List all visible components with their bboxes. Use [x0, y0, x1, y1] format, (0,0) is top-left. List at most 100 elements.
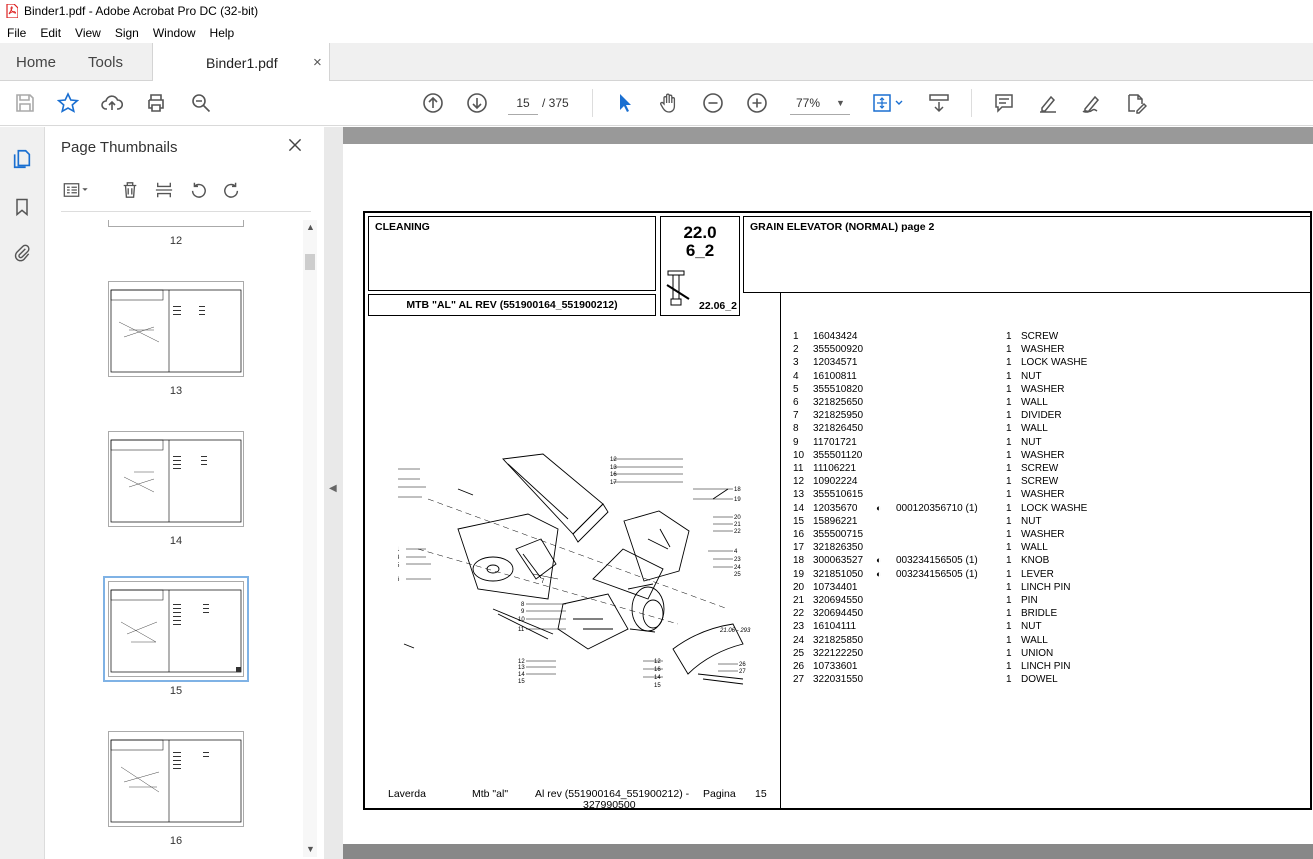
part-quantity: 1 — [1006, 449, 1012, 461]
thumbnail-scrollbar[interactable]: ▲ ▼ — [303, 220, 317, 857]
section-title: CLEANING — [375, 221, 430, 233]
model-title: MTB "AL" AL REV (551900164_551900212) — [406, 299, 618, 311]
part-code: 321825850 — [813, 634, 864, 646]
part-number: 10 — [793, 449, 805, 461]
part-description: WALL — [1021, 423, 1048, 435]
tab-home[interactable]: Home — [16, 43, 56, 81]
draw-signature-icon[interactable] — [1078, 89, 1106, 117]
part-quantity: 1 — [1006, 489, 1012, 501]
rotate-left-icon[interactable] — [185, 177, 211, 203]
page-thumbnail-13[interactable] — [108, 281, 244, 377]
thumbnail-preview-icon — [110, 439, 242, 523]
thumbnail-preview-icon — [110, 589, 242, 673]
tab-tools[interactable]: Tools — [88, 43, 123, 81]
part-number: 5 — [793, 383, 799, 395]
panel-splitter[interactable]: ◀ — [324, 127, 343, 859]
tab-document[interactable]: Binder1.pdf × — [152, 43, 330, 82]
menu-edit[interactable]: Edit — [33, 26, 68, 40]
close-icon[interactable] — [287, 137, 307, 157]
group-title: GRAIN ELEVATOR (NORMAL) page 2 — [750, 221, 935, 233]
menu-window[interactable]: Window — [146, 26, 203, 40]
svg-text:25: 25 — [734, 572, 741, 578]
thumbnail-label-13: 13 — [169, 385, 183, 397]
section-box: CLEANING — [368, 216, 656, 291]
page-thumbnail-15[interactable] — [103, 576, 249, 682]
thumbnail-label-12: 12 — [169, 235, 183, 247]
fill-sign-icon[interactable] — [1122, 89, 1150, 117]
table-row: 6 321825650 1 WALL — [791, 397, 1311, 410]
star-icon[interactable] — [54, 89, 82, 117]
print-icon[interactable] — [142, 89, 170, 117]
part-code: 321825950 — [813, 410, 864, 422]
extract-pages-icon[interactable] — [151, 177, 177, 203]
comment-icon[interactable] — [990, 89, 1018, 117]
menu-file[interactable]: File — [0, 26, 33, 40]
collapse-panel-icon[interactable]: ◀ — [329, 483, 337, 494]
select-cursor-icon[interactable] — [611, 89, 639, 117]
svg-text:1: 1 — [398, 547, 400, 553]
upload-cloud-icon[interactable] — [98, 89, 126, 117]
svg-text:6: 6 — [398, 577, 400, 583]
page-thumbnails-icon[interactable] — [10, 147, 34, 171]
page-gap — [343, 127, 1313, 144]
search-icon[interactable] — [187, 89, 215, 117]
table-row: 2 355500920 1 WASHER — [791, 344, 1311, 357]
zoom-level-select[interactable]: 77% ▼ — [790, 91, 850, 115]
part-code: 355500920 — [813, 344, 864, 356]
part-number: 17 — [793, 542, 805, 554]
part-description: KNOB — [1021, 555, 1050, 567]
table-row: 26 10733601 1 LINCH PIN — [791, 661, 1311, 674]
part-description: PIN — [1021, 595, 1038, 606]
svg-text:15: 15 — [654, 683, 661, 689]
footer-code: 327990500 — [583, 799, 636, 811]
scroll-thumb[interactable] — [305, 254, 315, 270]
menu-sign[interactable]: Sign — [108, 26, 146, 40]
code-line-1: 22.0 — [683, 223, 717, 242]
svg-text:9: 9 — [521, 609, 525, 615]
rotate-right-icon[interactable] — [219, 177, 245, 203]
menu-help[interactable]: Help — [203, 26, 242, 40]
part-number: 11 — [793, 463, 804, 474]
table-row: 3 12034571 1 LOCK WASHE — [791, 357, 1311, 370]
toolbar-divider — [971, 89, 972, 117]
part-quantity: 1 — [1006, 634, 1012, 646]
zoom-out-icon[interactable] — [699, 89, 727, 117]
scroll-up-icon[interactable]: ▲ — [306, 222, 315, 232]
table-row: 25 322122250 1 UNION — [791, 648, 1311, 661]
menu-view[interactable]: View — [68, 26, 108, 40]
thumbnail-options-icon[interactable] — [59, 177, 93, 203]
zoom-in-icon[interactable] — [743, 89, 771, 117]
fit-page-icon[interactable] — [868, 89, 908, 117]
page-number-input[interactable]: 15 — [508, 91, 538, 115]
attachment-icon[interactable] — [10, 241, 34, 265]
part-alternate-code: 003234156505 (1) — [896, 555, 978, 567]
part-description: LOCK WASHE — [1021, 502, 1088, 514]
page-thumbnail-16[interactable] — [108, 731, 244, 827]
previous-page-icon[interactable] — [419, 89, 447, 117]
panel-toolbar — [59, 177, 319, 203]
part-code: 321826350 — [813, 542, 864, 554]
thumbnail-label-16: 16 — [169, 835, 183, 847]
document-viewer[interactable]: CLEANING MTB "AL" AL REV (551900164_5519… — [343, 127, 1313, 859]
trash-icon[interactable] — [117, 177, 143, 203]
part-code: 355501120 — [813, 449, 863, 461]
svg-text:23: 23 — [734, 557, 741, 563]
page-thumbnail-14[interactable] — [108, 431, 244, 527]
next-page-icon[interactable] — [463, 89, 491, 117]
table-row: 11 11106221 1 SCREW — [791, 463, 1311, 476]
scroll-down-icon[interactable]: ▼ — [306, 844, 315, 854]
table-row: 17 321826350 1 WALL — [791, 542, 1311, 555]
part-code: 355510615 — [813, 489, 864, 501]
part-code: 320694550 — [813, 595, 864, 606]
page-thumbnail-12[interactable] — [108, 220, 244, 227]
scroll-mode-icon[interactable] — [925, 89, 953, 117]
part-quantity: 1 — [1006, 555, 1012, 567]
part-quantity: 1 — [1006, 647, 1012, 659]
hand-tool-icon[interactable] — [655, 89, 683, 117]
highlight-pen-icon[interactable] — [1034, 89, 1062, 117]
tab-close-icon[interactable]: × — [313, 54, 322, 71]
bookmark-icon[interactable] — [10, 195, 34, 219]
part-code: 355510820 — [813, 383, 864, 395]
table-row: 24 321825850 1 WALL — [791, 635, 1311, 648]
save-icon[interactable] — [11, 89, 39, 117]
